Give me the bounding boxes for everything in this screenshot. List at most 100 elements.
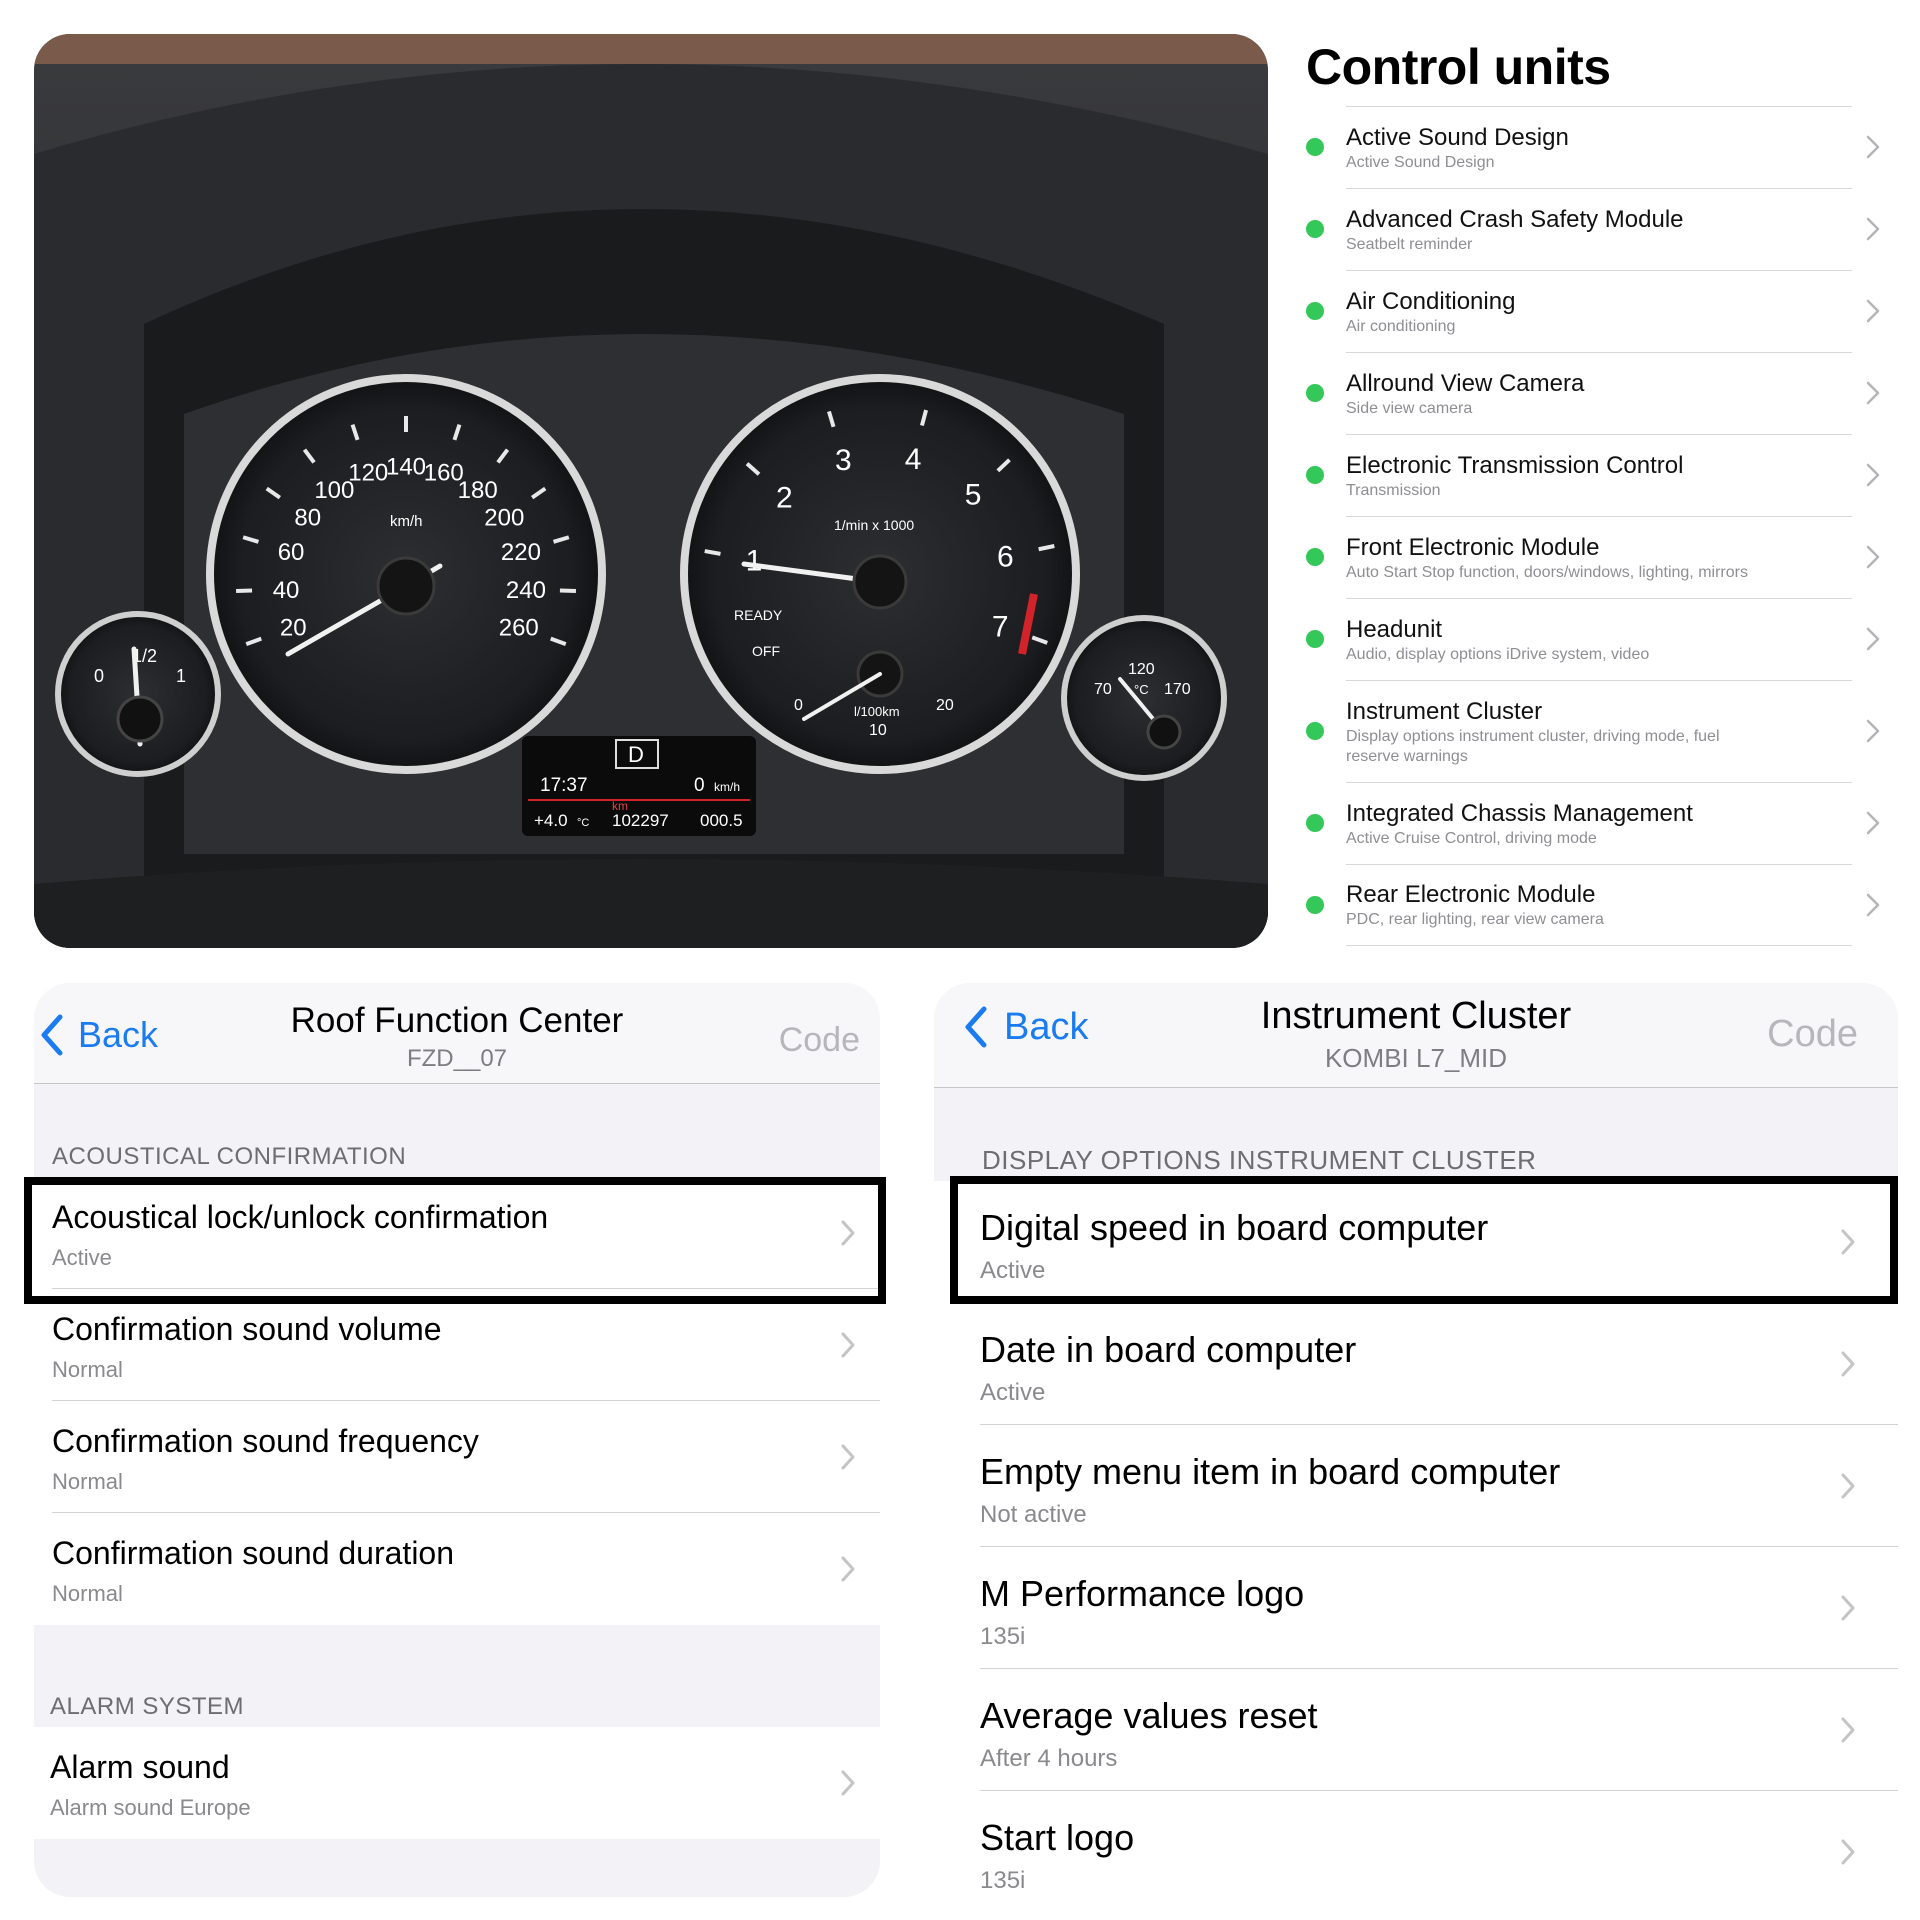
setting-row[interactable]: Date in board computer Active	[934, 1303, 1898, 1425]
control-unit-row[interactable]: Headunit Audio, display options iDrive sy…	[1300, 598, 1892, 680]
speed-label: 220	[501, 539, 541, 566]
setting-row[interactable]: Confirmation sound frequency Normal	[34, 1401, 880, 1513]
control-unit-row[interactable]: Front Electronic Module Auto Start Stop f…	[1300, 516, 1892, 598]
chevron-right-icon	[1866, 627, 1880, 651]
setting-row[interactable]: Confirmation sound volume Normal	[34, 1289, 880, 1401]
control-unit-name: Integrated Chassis Management	[1346, 799, 1693, 827]
setting-title: Alarm sound	[50, 1749, 230, 1785]
tach-label: 6	[997, 541, 1014, 574]
setting-row[interactable]: Start logo 135i	[934, 1791, 1898, 1897]
control-unit-row[interactable]: Instrument Cluster Display options instru…	[1300, 680, 1892, 782]
instrument-cluster-screen: Back Instrument Cluster KOMBI L7_MID Cod…	[934, 983, 1898, 1897]
status-dot-icon	[1306, 814, 1324, 832]
control-unit-description: Active Sound Design	[1346, 153, 1495, 171]
section-header-display-options: DISPLAY OPTIONS INSTRUMENT CLUSTER	[982, 1145, 1537, 1175]
code-button[interactable]: Code	[779, 1021, 860, 1060]
clock: 17:37	[540, 775, 588, 796]
temp-label-120: 120	[1128, 661, 1155, 678]
setting-title: Confirmation sound volume	[52, 1311, 442, 1347]
setting-value: 135i	[980, 1867, 1026, 1894]
control-unit-description: Display options instrument cluster, driv…	[1346, 727, 1720, 745]
setting-row[interactable]: M Performance logo 135i	[934, 1547, 1898, 1669]
chevron-right-icon	[1866, 719, 1880, 743]
control-unit-row[interactable]: Electronic Transmission Control Transmiss…	[1300, 434, 1892, 516]
section-header-alarm: ALARM SYSTEM	[50, 1693, 245, 1720]
chevron-right-icon	[841, 1444, 855, 1470]
control-unit-description: Side view camera	[1346, 399, 1473, 417]
chevron-right-icon	[1841, 1839, 1855, 1865]
control-unit-description: Seatbelt reminder	[1346, 235, 1473, 253]
chevron-right-icon	[1841, 1595, 1855, 1621]
control-unit-name: Advanced Crash Safety Module	[1346, 205, 1684, 233]
nav-bar: Back Roof Function Center FZD__07 Code	[34, 983, 880, 1084]
chevron-right-icon	[1841, 1717, 1855, 1743]
temperature-gauge	[1061, 615, 1227, 781]
setting-value: After 4 hours	[980, 1745, 1118, 1772]
chevron-right-icon	[1866, 135, 1880, 159]
control-unit-description: Active Cruise Control, driving mode	[1346, 829, 1597, 847]
control-unit-description: PDC, rear lighting, rear view camera	[1346, 911, 1604, 928]
consumption-unit: l/100km	[854, 704, 900, 719]
setting-title: Date in board computer	[980, 1329, 1357, 1370]
fuel-label-0: 0	[94, 666, 104, 686]
status-dot-icon	[1306, 722, 1324, 740]
setting-row[interactable]: Empty menu item in board computer Not act…	[934, 1425, 1898, 1547]
control-units-list: Control units Active Sound Design Active …	[1300, 34, 1892, 946]
temp-label-170: 170	[1164, 681, 1191, 698]
code-button[interactable]: Code	[1767, 1013, 1858, 1056]
highlight-box	[950, 1176, 1898, 1304]
alarm-settings-list: Alarm sound Alarm sound Europe	[34, 1727, 880, 1839]
chevron-right-icon	[1866, 463, 1880, 487]
chevron-right-icon	[1866, 217, 1880, 241]
speed-label: 60	[278, 539, 305, 566]
chevron-right-icon	[841, 1332, 855, 1358]
digital-speed: 0	[694, 775, 705, 796]
speed-label: 80	[294, 505, 321, 532]
chevron-right-icon	[1866, 893, 1880, 917]
status-dot-icon	[1306, 138, 1324, 156]
speed-label: 180	[458, 477, 498, 504]
setting-row[interactable]: Average values reset After 4 hours	[934, 1669, 1898, 1791]
fuel-label-1: 1	[176, 666, 186, 686]
screen-title: Instrument Cluster	[1260, 995, 1572, 1037]
control-unit-name: Active Sound Design	[1346, 123, 1569, 151]
temp-unit: °C	[1134, 682, 1149, 697]
control-unit-row[interactable]: Active Sound Design Active Sound Design	[1300, 106, 1892, 188]
setting-value: Alarm sound Europe	[50, 1795, 251, 1820]
control-unit-description: Air conditioning	[1346, 317, 1456, 335]
status-dot-icon	[1306, 630, 1324, 648]
control-unit-row[interactable]: Allround View Camera Side view camera	[1300, 352, 1892, 434]
control-unit-name: Instrument Cluster	[1346, 697, 1543, 725]
control-unit-description: Audio, display options iDrive system, vi…	[1346, 645, 1650, 663]
outside-temp: +4.0	[534, 811, 568, 830]
tach-label: 7	[992, 610, 1009, 643]
setting-row[interactable]: Confirmation sound duration Normal	[34, 1513, 880, 1625]
control-unit-row[interactable]: Air Conditioning Air conditioning	[1300, 270, 1892, 352]
chevron-right-icon	[1866, 299, 1880, 323]
control-units-title: Control units	[1306, 39, 1611, 95]
status-dot-icon	[1306, 302, 1324, 320]
speed-label: 200	[484, 505, 524, 532]
control-unit-name: Electronic Transmission Control	[1346, 451, 1684, 479]
control-unit-row[interactable]: Integrated Chassis Management Active Crui…	[1300, 782, 1892, 864]
screen-subtitle: KOMBI L7_MID	[1324, 1043, 1508, 1073]
digital-speed-unit: km/h	[714, 780, 740, 794]
speed-label: 140	[386, 453, 426, 480]
setting-title: Confirmation sound frequency	[52, 1423, 479, 1459]
setting-value: Normal	[52, 1581, 123, 1606]
section-header-acoustical: ACOUSTICAL CONFIRMATION	[52, 1143, 407, 1170]
tach-label: 5	[965, 479, 982, 512]
control-unit-row[interactable]: Advanced Crash Safety Module Seatbelt rem…	[1300, 188, 1892, 270]
gear-indicator: D	[628, 742, 644, 767]
speed-label: 120	[348, 459, 388, 486]
speed-label: 40	[273, 577, 300, 604]
setting-title: Average values reset	[980, 1695, 1318, 1736]
status-dot-icon	[1306, 466, 1324, 484]
control-unit-name: Allround View Camera	[1346, 369, 1585, 397]
setting-row[interactable]: Alarm sound Alarm sound Europe	[34, 1727, 880, 1839]
chevron-right-icon	[1866, 381, 1880, 405]
chevron-right-icon	[841, 1770, 855, 1796]
control-unit-description-line2: reserve warnings	[1346, 747, 1468, 765]
control-unit-name: Rear Electronic Module	[1346, 881, 1596, 908]
control-unit-row[interactable]: Rear Electronic Module PDC, rear lighting…	[1300, 864, 1892, 946]
